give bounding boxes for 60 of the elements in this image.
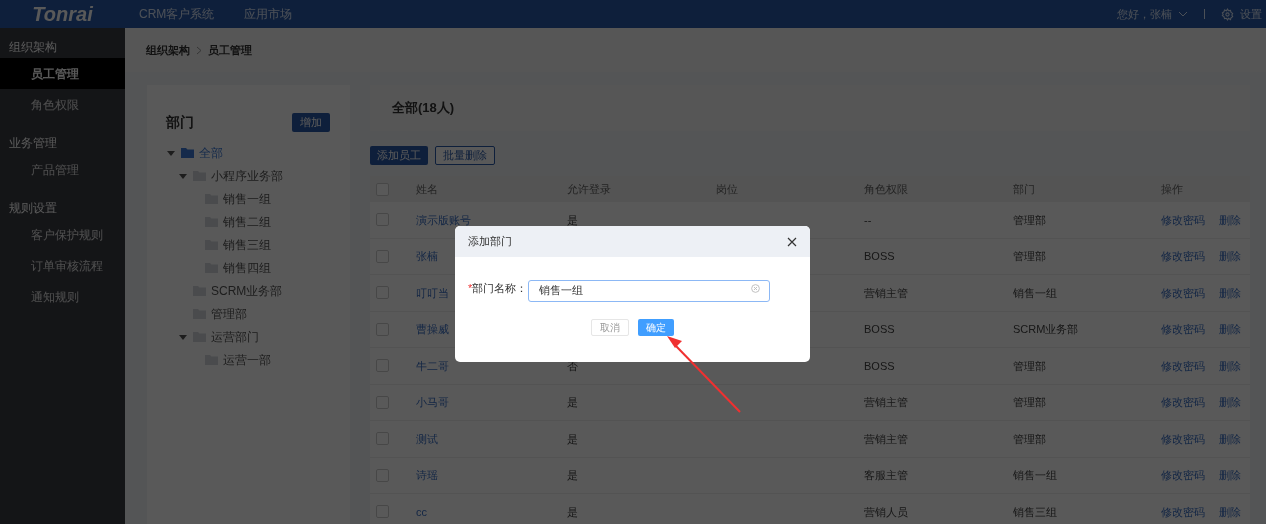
tree-node[interactable]: 全部 (199, 143, 223, 162)
action-link[interactable]: 删除 (1219, 503, 1241, 520)
required-mark: * (468, 280, 473, 296)
toolbar-button[interactable]: 批量删除 (435, 146, 495, 165)
employee-name-link[interactable]: 测试 (416, 432, 438, 445)
action-link[interactable]: 修改密码 (1161, 284, 1205, 301)
employee-name-link[interactable]: cc (416, 505, 427, 518)
chevron-down-icon[interactable] (1178, 11, 1188, 17)
action-link[interactable]: 删除 (1219, 430, 1241, 447)
summary-title: 全部(18人) (392, 99, 455, 118)
action-link[interactable]: 删除 (1219, 211, 1241, 228)
dialog-button[interactable]: 确定 (638, 319, 674, 336)
action-link[interactable]: 修改密码 (1161, 357, 1205, 374)
action-link[interactable]: 修改密码 (1161, 467, 1205, 484)
caret-icon[interactable] (179, 332, 187, 341)
field-label: 部门名称： (472, 280, 528, 296)
action-link[interactable]: 修改密码 (1161, 430, 1205, 447)
breadcrumb-link[interactable]: 组织架构 (146, 41, 190, 59)
settings-icon[interactable] (1221, 7, 1234, 21)
table-cell: BOSS (864, 250, 895, 262)
sidebar-group-title: 组织架构 (9, 39, 57, 56)
action-link[interactable]: 修改密码 (1161, 211, 1205, 228)
action-link[interactable]: 删除 (1219, 467, 1241, 484)
dialog-button[interactable]: 取消 (591, 319, 629, 336)
employee-name-link[interactable]: 张楠 (416, 250, 438, 262)
close-icon[interactable] (787, 236, 797, 247)
action-link[interactable]: 删除 (1219, 321, 1241, 338)
table-cell: 是 (567, 396, 578, 408)
table-cell: 是 (567, 505, 578, 518)
chevron-right-icon (196, 45, 202, 55)
action-link[interactable]: 删除 (1219, 394, 1241, 411)
caret-icon[interactable] (167, 148, 175, 157)
action-link[interactable]: 修改密码 (1161, 394, 1205, 411)
caret-icon[interactable] (179, 171, 187, 180)
action-link[interactable]: 删除 (1219, 284, 1241, 301)
table-cell: SCRM业务部 (1013, 323, 1079, 335)
employee-name-link[interactable]: 叮叮当 (416, 286, 449, 299)
action-link[interactable]: 修改密码 (1161, 248, 1205, 265)
action-link[interactable]: 修改密码 (1161, 503, 1205, 520)
table-cell: 是 (567, 213, 578, 226)
employee-name-link[interactable]: 诗瑶 (416, 469, 438, 481)
table-cell: 是 (567, 432, 578, 445)
employee-name-link[interactable]: 曹操威 (416, 323, 449, 335)
dialog-title: 添加部门 (468, 234, 512, 250)
panel-title: 部门 (166, 113, 194, 132)
table-cell: 否 (567, 359, 578, 372)
table-cell: BOSS (864, 359, 895, 372)
table-cell: 是 (567, 469, 578, 481)
action-link[interactable]: 修改密码 (1161, 321, 1205, 338)
employee-name-link[interactable]: 小马哥 (416, 396, 449, 408)
clear-icon[interactable] (751, 283, 760, 293)
table-cell: BOSS (864, 323, 895, 335)
logo: Tonrai (32, 2, 93, 27)
action-link[interactable]: 删除 (1219, 357, 1241, 374)
action-link[interactable]: 删除 (1219, 248, 1241, 265)
table-cell: -- (864, 213, 872, 226)
breadcrumb-link[interactable]: 员工管理 (208, 41, 252, 59)
sidebar-item[interactable]: 员工管理 (0, 58, 125, 89)
name-input-field[interactable]: 销售一组 (528, 279, 770, 302)
table-cell: 客服主管 (864, 469, 908, 481)
